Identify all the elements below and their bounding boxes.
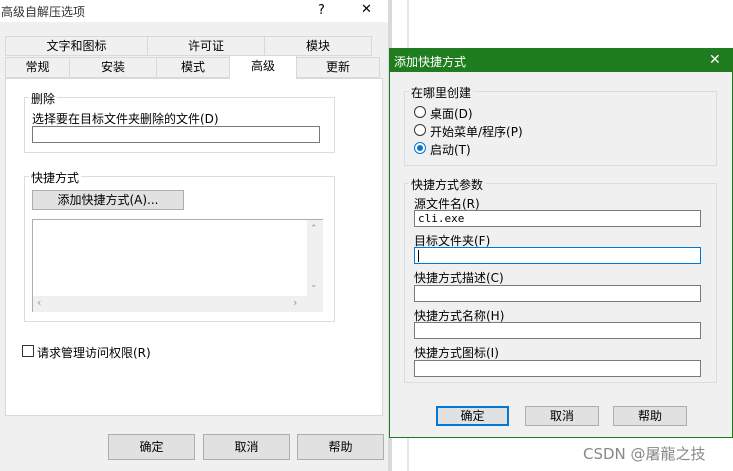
add-shortcut-button[interactable]: 添加快捷方式(A)... [32, 190, 184, 210]
ok-button[interactable]: 确定 [108, 434, 195, 460]
delete-files-input[interactable] [32, 126, 320, 143]
tab-text-icon[interactable]: 文字和图标 [5, 36, 148, 56]
shortcut-icon-label: 快捷方式图标(I) [414, 346, 499, 360]
radio-startup[interactable] [414, 142, 426, 154]
tab-mode[interactable]: 模式 [156, 57, 230, 78]
vertical-scrollbar[interactable]: ⌃ ⌄ [307, 220, 323, 297]
watermark: CSDN @屠龍之技 [583, 445, 706, 463]
text-cursor [418, 250, 419, 262]
radio-start-menu-label: 开始菜单/程序(P) [430, 125, 523, 139]
shortcut-desc-input[interactable] [414, 285, 701, 302]
shortcut-list[interactable]: ⌃ ⌄ ‹ › [32, 219, 323, 312]
tab-module[interactable]: 模块 [264, 36, 372, 56]
scroll-up-icon[interactable]: ⌃ [310, 224, 318, 234]
where-group-title: 在哪里创建 [409, 84, 474, 101]
dialog1-titlebar: 高级自解压选项 ? ✕ [0, 0, 388, 22]
target-folder-input[interactable] [414, 247, 701, 264]
close-icon[interactable]: ✕ [361, 2, 372, 17]
dialog2-cancel-button[interactable]: 取消 [525, 406, 599, 426]
scroll-right-icon[interactable]: › [293, 296, 297, 309]
source-file-value: cli.exe [418, 212, 465, 225]
horizontal-scrollbar[interactable]: ‹ › [33, 296, 308, 312]
admin-access-checkbox[interactable] [22, 345, 34, 357]
tab-license[interactable]: 许可证 [147, 36, 265, 56]
radio-desktop-label: 桌面(D) [430, 107, 473, 121]
help-icon[interactable]: ? [318, 3, 325, 18]
params-group-title: 快捷方式参数 [409, 176, 486, 193]
help-button[interactable]: 帮助 [297, 434, 384, 460]
scrollbar-corner [307, 296, 323, 312]
shortcut-icon-input[interactable] [414, 360, 701, 377]
scroll-down-icon[interactable]: ⌄ [310, 280, 318, 290]
admin-access-label: 请求管理访问权限(R) [37, 346, 151, 360]
tab-setup[interactable]: 安装 [69, 57, 157, 78]
dialog2-close-icon[interactable]: ✕ [709, 52, 721, 68]
radio-startup-label: 启动(T) [430, 143, 471, 157]
dialog2-help-button[interactable]: 帮助 [613, 406, 687, 426]
dialog2-ok-button[interactable]: 确定 [436, 406, 509, 426]
delete-group-title: 删除 [29, 90, 58, 107]
shortcut-group-title: 快捷方式 [29, 169, 82, 186]
dialog2-title: 添加快捷方式 [394, 55, 467, 69]
source-file-input[interactable]: cli.exe [414, 210, 701, 227]
shortcut-desc-label: 快捷方式描述(C) [414, 271, 504, 285]
scroll-left-icon[interactable]: ‹ [37, 296, 41, 309]
tab-general[interactable]: 常规 [5, 57, 70, 78]
dialog1-title: 高级自解压选项 [1, 5, 86, 19]
tab-update[interactable]: 更新 [296, 57, 380, 78]
cancel-button[interactable]: 取消 [203, 434, 290, 460]
shortcut-name-input[interactable] [414, 322, 701, 339]
radio-desktop[interactable] [414, 106, 426, 118]
dialog2-titlebar: 添加快捷方式 ✕ [389, 48, 733, 72]
radio-start-menu[interactable] [414, 124, 426, 136]
delete-files-label: 选择要在目标文件夹删除的文件(D) [32, 112, 219, 126]
tab-advanced[interactable]: 高级 [229, 55, 297, 79]
